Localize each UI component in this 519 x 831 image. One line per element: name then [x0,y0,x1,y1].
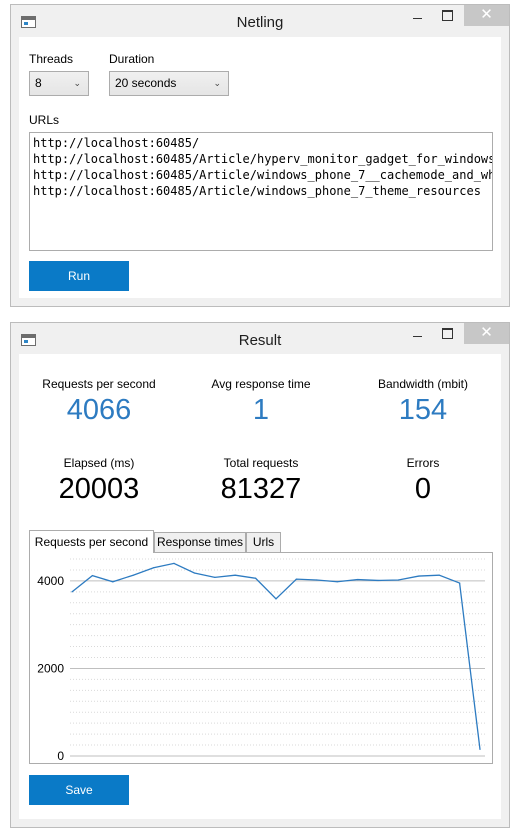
stat-label: Bandwidth (mbit) [377,377,469,391]
stat-label: Errors [406,456,440,470]
y-tick-label: 2000 [37,661,64,675]
maximize-icon[interactable] [434,5,460,26]
stat-elapsed: Elapsed (ms) 20003 [24,456,174,506]
chevron-down-icon: ⌄ [213,78,221,88]
data-point [295,578,297,580]
threads-select[interactable]: 8 ⌄ [29,71,89,96]
netling-client-area: Threads 8 ⌄ Duration 20 seconds ⌄ URLs h… [19,37,501,298]
stat-label: Total requests [223,456,299,470]
data-point [275,598,277,600]
stat-avg-response-time: Avg response time 1 [186,377,336,427]
data-point [112,581,114,583]
duration-value: 20 seconds [115,76,177,90]
data-point [234,574,236,576]
run-button[interactable]: Run [29,261,129,291]
data-point [255,577,257,579]
stat-value: 81327 [220,473,302,505]
stat-errors: Errors 0 [348,456,498,506]
data-point [153,567,155,569]
minimize-icon[interactable] [404,5,430,26]
close-icon[interactable]: ✕ [464,5,509,26]
stat-label: Requests per second [42,377,156,391]
maximize-icon[interactable] [434,323,460,344]
netling-window: Netling ✕ Threads 8 ⌄ Duration 20 second… [10,4,510,307]
y-tick-label: 4000 [37,574,64,588]
tab-requests-per-second[interactable]: Requests per second [29,530,154,553]
chart-panel: 0 2000 4000 [29,552,493,764]
result-client-area: Requests per second 4066 Avg response ti… [19,354,501,819]
minimize-icon[interactable] [404,323,430,344]
stat-total-requests: Total requests 81327 [186,456,336,506]
threads-value: 8 [35,76,42,90]
data-point [479,748,481,751]
data-point [173,562,175,564]
y-tick-label: 0 [57,749,64,763]
stat-value: 154 [398,394,448,426]
stat-label: Avg response time [211,377,311,391]
data-point [214,576,216,578]
threads-label: Threads [29,52,74,66]
data-point [316,579,318,581]
stat-bandwidth: Bandwidth (mbit) 154 [348,377,498,427]
tab-urls[interactable]: Urls [246,532,281,552]
title-bar[interactable]: Result ✕ [11,323,509,356]
data-point [377,579,379,582]
stat-value: 20003 [58,473,140,505]
stat-value: 4066 [66,394,132,426]
title-bar[interactable]: Netling ✕ [11,5,509,38]
stat-requests-per-second: Requests per second 4066 [24,377,174,427]
urls-textarea[interactable]: http://localhost:60485/ http://localhost… [29,132,493,251]
stat-value: 1 [252,394,270,426]
duration-label: Duration [109,52,155,66]
data-point [132,574,134,576]
data-point [71,591,73,593]
requests-per-second-chart: 0 2000 4000 [37,558,485,763]
data-point [91,575,93,577]
tab-response-times[interactable]: Response times [154,532,246,552]
urls-label: URLs [29,113,60,127]
data-point [418,575,420,577]
close-icon[interactable]: ✕ [464,323,509,344]
data-point [357,578,359,581]
duration-select[interactable]: 20 seconds ⌄ [109,71,229,96]
stat-label: Elapsed (ms) [63,456,135,470]
chevron-down-icon: ⌄ [73,78,81,88]
data-point [438,574,440,576]
requests-per-second-series-line [71,562,481,750]
stat-value: 0 [414,473,432,505]
data-point [397,579,399,581]
save-button[interactable]: Save [29,775,129,805]
data-point [459,582,461,584]
data-point [336,581,338,583]
data-point [193,572,195,574]
result-window: Result ✕ Requests per second 4066 Avg re… [10,322,510,828]
